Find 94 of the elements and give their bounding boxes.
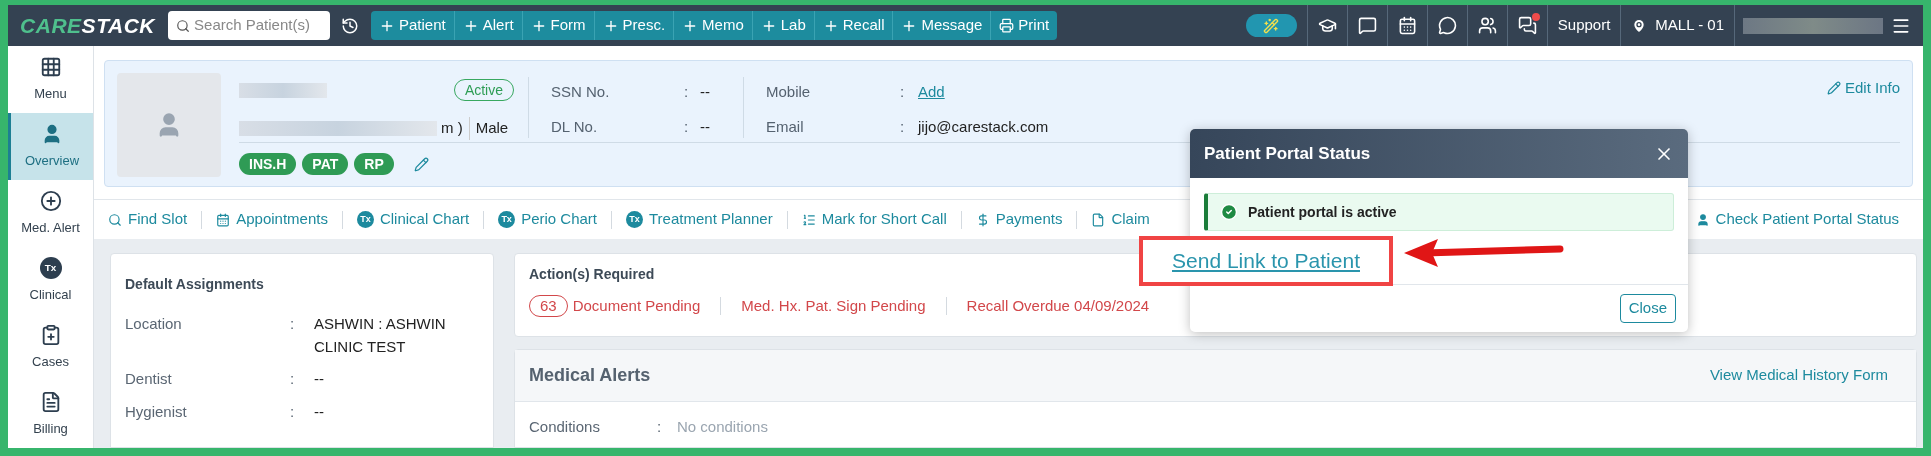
field-label: DL No. — [551, 116, 599, 137]
nav-tab[interactable]: Find Slot — [108, 208, 188, 231]
card-title: Default Assignments — [125, 275, 265, 294]
magic-wand-button[interactable] — [1245, 14, 1297, 37]
separator: : — [900, 116, 906, 137]
tx-icon: Tx — [356, 211, 374, 228]
edit-tags-button[interactable] — [413, 156, 429, 172]
nav-tab[interactable]: Mark for Short Call — [801, 208, 947, 231]
location-selector[interactable]: MALL - 01 — [1620, 5, 1734, 46]
sidebar-item[interactable]: Menu — [8, 46, 93, 113]
nav-tab[interactable]: Tx Clinical Chart — [356, 208, 470, 231]
calendar-icon — [216, 212, 231, 227]
quick-action-button[interactable]: Print — [990, 11, 1058, 40]
field-label: Conditions — [529, 417, 601, 437]
search-icon — [176, 17, 191, 34]
history-icon — [341, 16, 359, 35]
search-field[interactable]: Search Patient(s) — [168, 11, 330, 40]
field-label: Mobile — [766, 82, 812, 102]
field-label: Email — [766, 116, 805, 137]
separator: : — [684, 116, 690, 137]
quick-action-button[interactable]: Lab — [751, 11, 814, 40]
person-icon — [1695, 212, 1710, 227]
sidebar-item[interactable]: Overview — [8, 113, 93, 180]
sort-icon — [801, 212, 816, 227]
users-icon — [1477, 16, 1497, 35]
action-link[interactable]: Recall Overdue 04/09/2024 — [966, 295, 1150, 318]
quick-action-button[interactable]: Message — [892, 11, 991, 40]
nav-tab[interactable]: Tx Treatment Planner — [626, 208, 773, 231]
action-link[interactable]: Document Pending — [572, 295, 701, 318]
field-value: jijo@carestack.com — [918, 116, 1049, 137]
logo: CARESTACK — [20, 12, 157, 39]
separator: : — [290, 369, 296, 389]
education-icon — [1317, 16, 1337, 35]
support-link[interactable]: Support — [1546, 5, 1621, 46]
nav-tab[interactable]: Payments — [975, 208, 1063, 231]
nav-tab[interactable]: Check Patient Portal Status — [1695, 208, 1899, 231]
field-value: -- — [700, 116, 710, 137]
add-link[interactable]: Add — [918, 81, 945, 104]
magic-wand-icon — [1263, 17, 1280, 34]
name-text: m ) — [441, 118, 463, 138]
printer-icon — [999, 18, 1015, 33]
quick-action-button[interactable]: Alert — [453, 11, 522, 40]
sidebar-item[interactable]: Billing — [8, 381, 93, 448]
separator: : — [684, 82, 690, 102]
quick-action-button[interactable]: Patient — [371, 11, 454, 40]
check-circle-icon — [1220, 203, 1238, 221]
field-value: No conditions — [677, 417, 768, 437]
calendar-icon — [1397, 16, 1417, 35]
field-label: Hygienist — [125, 401, 188, 422]
card-title: Action(s) Required — [529, 265, 656, 284]
pencil-icon — [413, 156, 429, 172]
nav-tab[interactable]: Appointments — [216, 208, 328, 231]
sidebar-item[interactable]: Cases — [8, 314, 93, 381]
gender-text: Male — [468, 117, 509, 140]
tag: PAT — [302, 153, 349, 175]
field-value: -- — [314, 369, 325, 389]
quick-action-button[interactable]: Presc. — [593, 11, 674, 40]
plus-circle-icon — [39, 189, 62, 212]
field-value: -- — [314, 401, 325, 422]
tx-icon: Tx — [498, 211, 516, 228]
separator: : — [290, 401, 296, 422]
sidebar-item[interactable]: Med. Alert — [8, 180, 93, 247]
sidebar-item[interactable]: Tx Clinical — [8, 247, 93, 314]
chat-icon — [1517, 16, 1537, 35]
field-label: SSN No. — [551, 82, 611, 102]
grid-icon — [39, 55, 62, 78]
field-value: ASHWIN : ASHWIN CLINIC TEST — [314, 314, 447, 357]
field-value: -- — [700, 82, 710, 102]
separator: : — [900, 82, 906, 102]
search-icon — [108, 212, 122, 227]
close-button[interactable]: Close — [1619, 294, 1676, 323]
tx-icon: Tx — [39, 256, 62, 279]
alert-text: Patient portal is active — [1248, 202, 1397, 222]
edit-info-button[interactable]: Edit Info — [1826, 77, 1900, 100]
separator: : — [290, 314, 296, 334]
quick-action-button[interactable]: Recall — [813, 11, 893, 40]
card-title: Medical Alerts — [529, 364, 651, 387]
pencil-icon — [1826, 81, 1841, 96]
tag: RP — [354, 153, 394, 175]
field-label: Dentist — [125, 369, 173, 389]
quick-action-button[interactable]: Form — [521, 11, 594, 40]
nav-tab[interactable]: Claim — [1091, 208, 1150, 231]
tx-icon: Tx — [626, 211, 643, 228]
medical-history-link[interactable]: View Medical History Form — [1709, 364, 1888, 387]
separator: : — [657, 417, 663, 437]
tag: INS.H — [239, 153, 297, 175]
nav-tab[interactable]: Tx Perio Chart — [498, 208, 597, 231]
field-label: Location — [125, 314, 183, 334]
action-link[interactable]: Med. Hx. Pat. Sign Pending — [741, 295, 926, 318]
send-link[interactable]: Send Link to Patient — [1172, 245, 1360, 277]
file-icon — [1091, 212, 1106, 227]
dialog-title: Patient Portal Status — [1204, 142, 1371, 165]
location-pin-icon — [1631, 17, 1648, 34]
quick-action-button[interactable]: Memo — [673, 11, 752, 40]
